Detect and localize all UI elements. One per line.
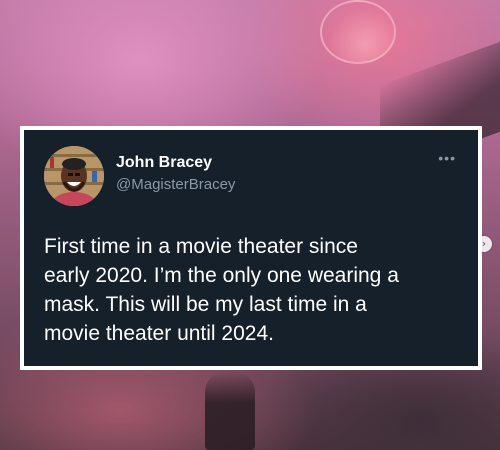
tweet-text: First time in a movie theater since earl… bbox=[44, 235, 399, 345]
user-handle[interactable]: @MagisterBracey bbox=[116, 176, 235, 193]
display-name[interactable]: John Bracey bbox=[116, 154, 212, 172]
avatar[interactable] bbox=[44, 146, 104, 206]
silhouette bbox=[205, 372, 255, 450]
tweet-card: John Bracey @MagisterBracey ••• First ti… bbox=[20, 126, 482, 370]
avatar-image bbox=[44, 146, 104, 206]
ceiling-light bbox=[320, 0, 396, 64]
chevron-right-icon: › bbox=[481, 237, 487, 250]
more-horizontal-icon[interactable]: ••• bbox=[438, 150, 456, 166]
